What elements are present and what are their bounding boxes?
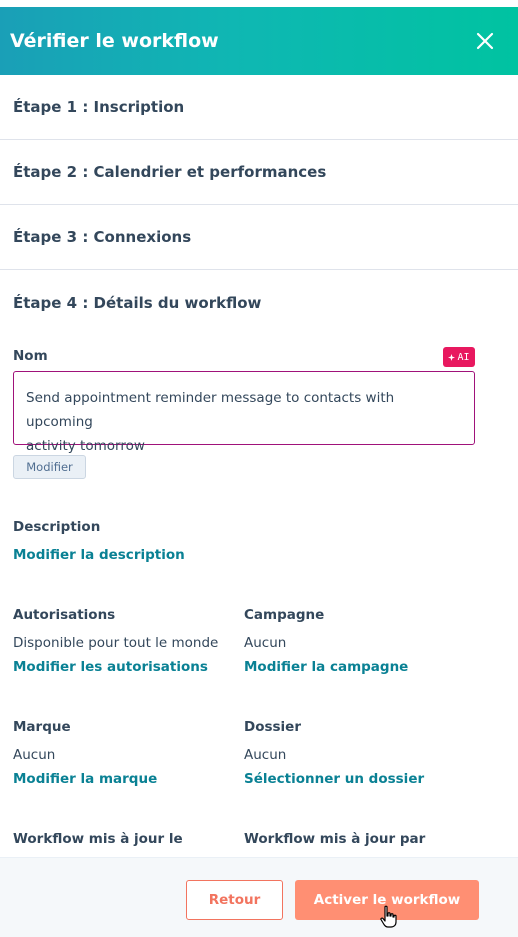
edit-campaign-link[interactable]: Modifier la campagne [244, 659, 408, 675]
panel-header: Vérifier le workflow [0, 7, 518, 75]
description-label: Description [13, 519, 101, 535]
step-4-section: Étape 4 : Détails du workflow [0, 270, 518, 335]
close-icon[interactable] [474, 30, 496, 52]
step-3-section[interactable]: Étape 3 : Connexions [0, 205, 518, 270]
step-2-title: Étape 2 : Calendrier et performances [13, 163, 327, 181]
brand-value: Aucun [13, 747, 56, 763]
folder-label: Dossier [244, 719, 301, 735]
step-2-section[interactable]: Étape 2 : Calendrier et performances [0, 140, 518, 205]
brand-label: Marque [13, 719, 71, 735]
permissions-label: Autorisations [13, 607, 116, 623]
name-value-line-1: Send appointment reminder message to con… [26, 390, 395, 430]
step-1-section[interactable]: Étape 1 : Inscription [0, 75, 518, 140]
step-3-title: Étape 3 : Connexions [13, 228, 192, 246]
edit-permissions-link[interactable]: Modifier les autorisations [13, 659, 208, 675]
permissions-value: Disponible pour tout le monde [13, 635, 219, 651]
ai-badge[interactable]: AI [443, 347, 475, 367]
edit-name-button[interactable]: Modifier [13, 455, 86, 479]
name-value-line-2: activity tomorrow [26, 438, 145, 454]
folder-value: Aucun [244, 747, 287, 763]
updated-on-label: Workflow mis à jour le [13, 831, 183, 847]
name-label: Nom [13, 348, 48, 364]
updated-by-label: Workflow mis à jour par [244, 831, 426, 847]
edit-brand-link[interactable]: Modifier la marque [13, 771, 157, 787]
panel-title: Vérifier le workflow [10, 30, 219, 52]
ai-badge-label: AI [457, 351, 470, 363]
hand-pointer-icon [380, 905, 397, 928]
campaign-label: Campagne [244, 607, 325, 623]
step-4-title: Étape 4 : Détails du workflow [13, 293, 262, 312]
back-button[interactable]: Retour [186, 880, 283, 920]
workflow-name-field[interactable]: Send appointment reminder message to con… [13, 371, 475, 454]
edit-description-link[interactable]: Modifier la description [13, 547, 185, 563]
sparkle-icon [448, 353, 456, 361]
step-1-title: Étape 1 : Inscription [13, 98, 185, 116]
campaign-value: Aucun [244, 635, 287, 651]
select-folder-link[interactable]: Sélectionner un dossier [244, 771, 424, 787]
